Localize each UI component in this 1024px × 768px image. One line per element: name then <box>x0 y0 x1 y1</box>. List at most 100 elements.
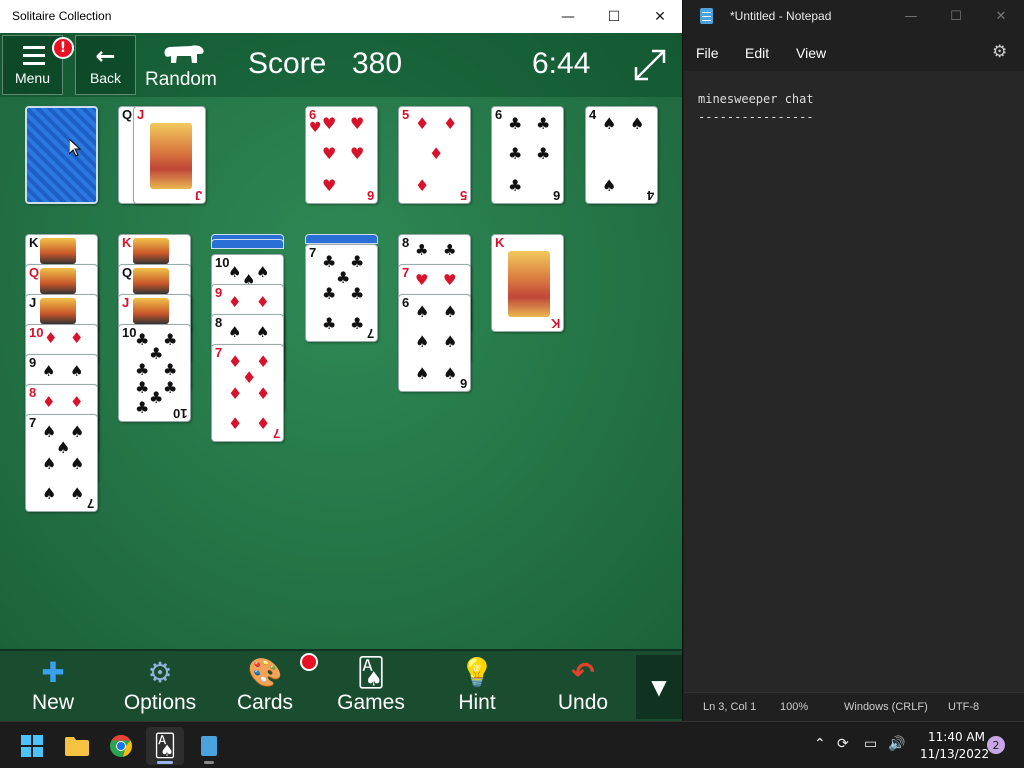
hint-label: Hint <box>458 691 496 714</box>
sync-error-icon[interactable]: ⟳ <box>837 736 849 752</box>
pip: ♦ <box>415 114 430 133</box>
solitaire-title: Solitaire Collection <box>12 9 112 23</box>
pip: ♣ <box>322 284 337 303</box>
settings-gear-icon[interactable]: ⚙ <box>992 42 1007 62</box>
notification-count-badge[interactable]: 2 <box>987 736 1005 754</box>
clock-date[interactable]: 11/13/2022 <box>920 747 989 761</box>
score-value: 380 <box>352 47 403 80</box>
tableau-card[interactable]: 10 ♣ ♣ ♣ ♣ ♣ ♣ ♣ ♣ ♣ 10 <box>118 324 191 422</box>
minimize-button[interactable]: — <box>545 0 591 33</box>
card-rank: J <box>122 295 130 310</box>
card-rank-bottom: 6 <box>366 188 374 203</box>
games-label: Games <box>337 691 405 714</box>
pip: ♣ <box>163 360 178 379</box>
pip: ♦ <box>228 293 242 311</box>
menu-edit[interactable]: Edit <box>745 45 769 61</box>
solitaire-taskbar-button[interactable]: 🂡 <box>146 727 184 765</box>
pip: ♠ <box>42 484 57 503</box>
hint-button[interactable]: 💡 Hint <box>440 651 514 721</box>
card-rank-bottom: K <box>550 316 560 331</box>
cards-icon: 🂡 <box>153 733 177 759</box>
waste-card-top[interactable]: J J <box>133 106 206 204</box>
pip: ♣ <box>322 252 337 271</box>
active-indicator <box>157 761 173 764</box>
undo-label: Undo <box>557 691 609 714</box>
pip: ♠ <box>443 364 458 383</box>
pip: ♠ <box>56 438 71 457</box>
pip: ♠ <box>443 332 458 351</box>
pip: ♠ <box>630 114 645 133</box>
game-table: Menu ! ← Back Random Score 380 6:44 Q J … <box>0 33 682 649</box>
undo-button[interactable]: ↶ Undo <box>546 651 620 721</box>
notepad-maximize-button[interactable]: ☐ <box>933 0 979 33</box>
foundation-diamonds[interactable]: 5 ♦ ♦ ♦ ♦ 5 <box>398 106 471 204</box>
show-hidden-icons-chevron-icon[interactable]: ⌃ <box>814 736 826 752</box>
file-explorer-button[interactable] <box>58 727 96 765</box>
fullscreen-icon[interactable] <box>632 47 668 83</box>
tableau-card[interactable]: 7 ♠ ♠ ♠ ♠ ♠ ♠ ♠ 7 <box>25 414 98 512</box>
pip: ♥ <box>415 271 429 289</box>
pip: ♣ <box>135 360 150 379</box>
solitaire-titlebar[interactable]: Solitaire Collection — ☐ ✕ <box>0 0 682 33</box>
cards-button[interactable]: 🎨 Cards <box>226 651 304 721</box>
pip: ♣ <box>536 144 551 163</box>
tableau-card[interactable]: K K <box>491 234 564 332</box>
pip: ♦ <box>228 352 243 371</box>
notepad-minimize-button[interactable]: — <box>888 0 934 33</box>
games-button[interactable]: 🂡 Games <box>330 651 412 721</box>
menu-file[interactable]: File <box>696 45 719 61</box>
card-rank: 8 <box>29 385 37 400</box>
pip: ♣ <box>415 241 429 259</box>
volume-icon[interactable]: 🔊 <box>888 736 905 752</box>
king-face-art <box>40 238 76 264</box>
tableau-card[interactable]: 7 ♣ ♣ ♣ ♣ ♣ ♣ ♣ 7 <box>305 244 378 342</box>
playing-cards-icon: 🂡 <box>356 656 386 689</box>
text-line: ---------------- <box>698 110 814 124</box>
new-game-button[interactable]: ✚ New <box>14 651 92 721</box>
options-button[interactable]: ⚙ Options <box>112 651 208 721</box>
back-button[interactable]: ← Back <box>75 35 136 95</box>
pip: ♠ <box>256 263 270 281</box>
cursor-position: Ln 3, Col 1 <box>703 701 757 713</box>
pip: ♣ <box>322 314 337 333</box>
chevron-down-icon: ▼ <box>651 675 667 699</box>
encoding: UTF-8 <box>948 701 980 713</box>
new-label: New <box>31 691 74 714</box>
more-toolbar-button[interactable]: ▼ <box>636 655 682 719</box>
foundation-clubs[interactable]: 6 ♣ ♣ ♣ ♣ ♣ 6 <box>491 106 564 204</box>
card-rank: 9 <box>29 355 37 370</box>
pip: ♣ <box>163 378 178 397</box>
clock-time[interactable]: 11:40 AM <box>928 730 985 744</box>
notepad-taskbar-button[interactable] <box>190 727 228 765</box>
foundation-hearts[interactable]: 6 ♥ ♥ ♥ ♥ ♥ ♥ 6 <box>305 106 378 204</box>
card-rank-bottom: 5 <box>459 188 467 203</box>
pip: ♦ <box>415 176 430 195</box>
pip: ♠ <box>602 176 617 195</box>
chrome-button[interactable] <box>102 727 140 765</box>
menu-view[interactable]: View <box>796 45 826 61</box>
face-down-card <box>305 234 378 244</box>
game-mode-label: Random <box>145 69 217 90</box>
plus-icon: ✚ <box>41 656 65 689</box>
close-button[interactable]: ✕ <box>637 0 682 33</box>
maximize-button[interactable]: ☐ <box>591 0 637 33</box>
stock-pile[interactable] <box>25 106 98 204</box>
pip: ♣ <box>508 176 523 195</box>
card-rank: 6 <box>495 107 503 122</box>
king-face-art <box>508 251 550 317</box>
network-icon[interactable]: ▭ <box>864 736 877 752</box>
notepad-titlebar[interactable]: *Untitled - Notepad — ☐ ✕ <box>684 0 1024 33</box>
card-rank: 7 <box>215 345 223 360</box>
pip: ♠ <box>70 422 85 441</box>
pip: ♠ <box>228 263 242 281</box>
pip: ♦ <box>256 384 271 403</box>
foundation-spades[interactable]: 4 ♠ ♠ ♠ 4 <box>585 106 658 204</box>
notepad-close-button[interactable]: ✕ <box>978 0 1024 33</box>
tableau-card[interactable]: 7 ♦ ♦ ♦ ♦ ♦ ♦ ♦ 7 <box>211 344 284 442</box>
pip: ♥ <box>322 114 337 133</box>
start-button[interactable] <box>13 727 51 765</box>
tableau-card[interactable]: 6 ♠ ♠ ♠ ♠ ♠ ♠ 6 <box>398 294 471 392</box>
notepad-text-area[interactable]: minesweeper chat ---------------- <box>684 71 1024 692</box>
game-timer: 6:44 <box>532 47 591 80</box>
queen-face-art <box>40 268 76 294</box>
